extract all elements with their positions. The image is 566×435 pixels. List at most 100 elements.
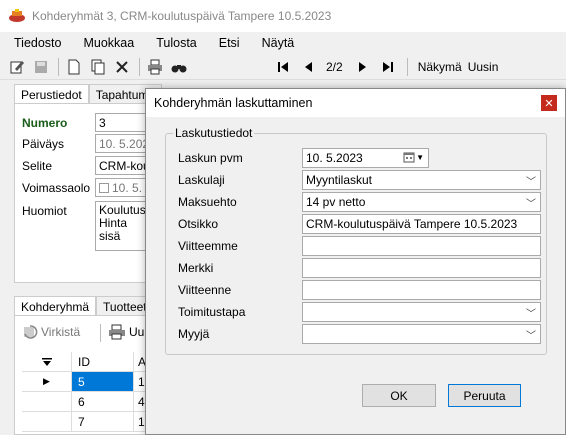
chevron-down-icon: ▼	[416, 152, 424, 162]
copy-button[interactable]	[87, 57, 109, 77]
menubar: Tiedosto Muokkaa Tulosta Etsi Näytä	[0, 32, 566, 54]
printer-icon	[109, 324, 125, 340]
numero-label: Numero	[22, 116, 68, 130]
last-record-button[interactable]	[377, 57, 399, 77]
toimitustapa-select[interactable]: ﹀	[302, 302, 541, 322]
calendar-icon	[403, 152, 415, 163]
toolbar-separator	[58, 57, 59, 76]
table-row[interactable]: ▶ 5 1	[22, 372, 154, 392]
view-selector[interactable]: Uusin	[468, 60, 499, 74]
menu-tulosta[interactable]: Tulosta	[156, 36, 197, 50]
new-row-label: Uu	[129, 325, 145, 339]
maksuehto-value: 14 pv netto	[306, 195, 366, 209]
edit-button[interactable]	[6, 57, 28, 77]
myyja-label: Myyjä	[178, 327, 210, 341]
row-id[interactable]: 7	[72, 412, 134, 431]
viitteemme-field[interactable]	[302, 236, 541, 256]
tab-perustiedot[interactable]: Perustiedot	[14, 84, 89, 104]
toolbar-separator	[100, 324, 101, 342]
app-icon	[9, 9, 25, 22]
menu-etsi[interactable]: Etsi	[219, 36, 240, 50]
previous-record-button[interactable]	[298, 57, 320, 77]
otsikko-field[interactable]: CRM-koulutuspäivä Tampere 10.5.2023	[302, 214, 541, 234]
refresh-button[interactable]: Virkistä	[22, 324, 80, 340]
print-button[interactable]	[144, 57, 166, 77]
lower-tabs: Kohderyhmä Tuotteet	[14, 296, 154, 316]
first-record-button[interactable]	[272, 57, 294, 77]
voimassaolo-label: Voimassaolo	[22, 181, 91, 195]
row-marker	[22, 412, 72, 431]
row-marker	[22, 392, 72, 411]
dialog-close-button[interactable]: ✕	[541, 95, 557, 111]
toolbar: 2/2 Näkymä Uusin	[0, 54, 566, 80]
huomiot-label: Huomiot	[22, 204, 67, 218]
refresh-label: Virkistä	[41, 325, 81, 339]
tab-kohderyhma[interactable]: Kohderyhmä	[14, 296, 97, 316]
merkki-field[interactable]	[302, 258, 541, 278]
dialog-title: Kohderyhmän laskuttaminen	[154, 96, 313, 110]
sort-icon	[41, 357, 52, 366]
first-record-icon	[278, 62, 288, 72]
laskulaji-value: Myyntilaskut	[306, 173, 373, 187]
toolbar-separator	[406, 58, 408, 76]
previous-record-icon	[305, 62, 312, 72]
voimassaolo-checkbox[interactable]	[99, 183, 109, 193]
chevron-down-icon: ﹀	[526, 309, 536, 320]
cancel-button[interactable]: Peruuta	[448, 384, 521, 407]
chevron-down-icon: ﹀	[526, 199, 536, 210]
window-title: Kohderyhmät 3, CRM-koulutuspäivä Tampere…	[32, 9, 332, 23]
grid-header-id[interactable]: ID	[72, 352, 134, 371]
maksuehto-label: Maksuehto	[178, 195, 237, 209]
toimitustapa-label: Toimitustapa	[178, 305, 246, 319]
search-button[interactable]	[168, 57, 190, 77]
edit-icon	[10, 60, 24, 73]
row-id[interactable]: 5	[72, 372, 134, 391]
new-document-icon	[68, 59, 80, 74]
binoculars-icon	[171, 64, 187, 72]
save-button[interactable]	[30, 57, 52, 77]
view-label: Näkymä	[417, 60, 462, 74]
maksuehto-select[interactable]: 14 pv netto ﹀	[302, 192, 541, 212]
menu-muokkaa[interactable]: Muokkaa	[83, 36, 134, 50]
group-title: Laskutustiedot	[173, 126, 255, 140]
laskulaji-label: Laskulaji	[178, 173, 225, 187]
next-record-button[interactable]	[351, 57, 373, 77]
table-row[interactable]: 7 1	[22, 412, 154, 432]
new-button[interactable]	[63, 57, 85, 77]
selite-label: Selite	[22, 159, 53, 173]
billing-dialog: Kohderyhmän laskuttaminen ✕ Laskutustied…	[145, 88, 566, 435]
close-icon: ✕	[544, 97, 554, 110]
grid-header: ID A	[22, 352, 154, 372]
last-record-icon	[382, 62, 393, 72]
delete-icon	[116, 60, 128, 73]
paivays-label: Päiväys	[22, 137, 65, 151]
refresh-icon	[24, 325, 38, 339]
viitteenne-field[interactable]	[302, 280, 541, 300]
myyja-select[interactable]: ﹀	[302, 324, 541, 344]
laskun-pvm-field[interactable]: 10. 5.2023 ▼	[302, 148, 429, 168]
voimassaolo-value: 10. 5.	[112, 181, 143, 195]
ok-button[interactable]: OK	[362, 384, 436, 407]
save-icon	[35, 60, 47, 73]
laskun-pvm-value: 10. 5.2023	[306, 151, 363, 165]
window-titlebar: Kohderyhmät 3, CRM-koulutuspäivä Tampere…	[0, 0, 566, 32]
merkki-label: Merkki	[178, 261, 214, 275]
laskutustiedot-group: Laskutustiedot Laskun pvm 10. 5.2023 ▼ L…	[165, 126, 547, 355]
dialog-titlebar: Kohderyhmän laskuttaminen ✕	[146, 89, 565, 117]
menu-nayta[interactable]: Näytä	[262, 36, 295, 50]
viitteenne-label: Viitteenne	[178, 283, 232, 297]
copy-icon	[91, 59, 105, 74]
chevron-down-icon: ﹀	[526, 177, 536, 188]
grid-header-selector[interactable]	[22, 352, 72, 371]
laskulaji-select[interactable]: Myyntilaskut ﹀	[302, 170, 541, 190]
table-row[interactable]: 6 4	[22, 392, 154, 412]
next-record-icon	[358, 62, 366, 72]
chevron-down-icon: ﹀	[526, 331, 536, 342]
delete-button[interactable]	[111, 57, 133, 77]
row-id[interactable]: 6	[72, 392, 134, 411]
new-row-button[interactable]: Uu	[108, 324, 144, 340]
record-navigation: 2/2 Näkymä Uusin	[272, 54, 498, 80]
otsikko-label: Otsikko	[178, 217, 219, 231]
menu-tiedosto[interactable]: Tiedosto	[14, 36, 61, 50]
calendar-dropdown-button[interactable]: ▼	[403, 151, 424, 163]
